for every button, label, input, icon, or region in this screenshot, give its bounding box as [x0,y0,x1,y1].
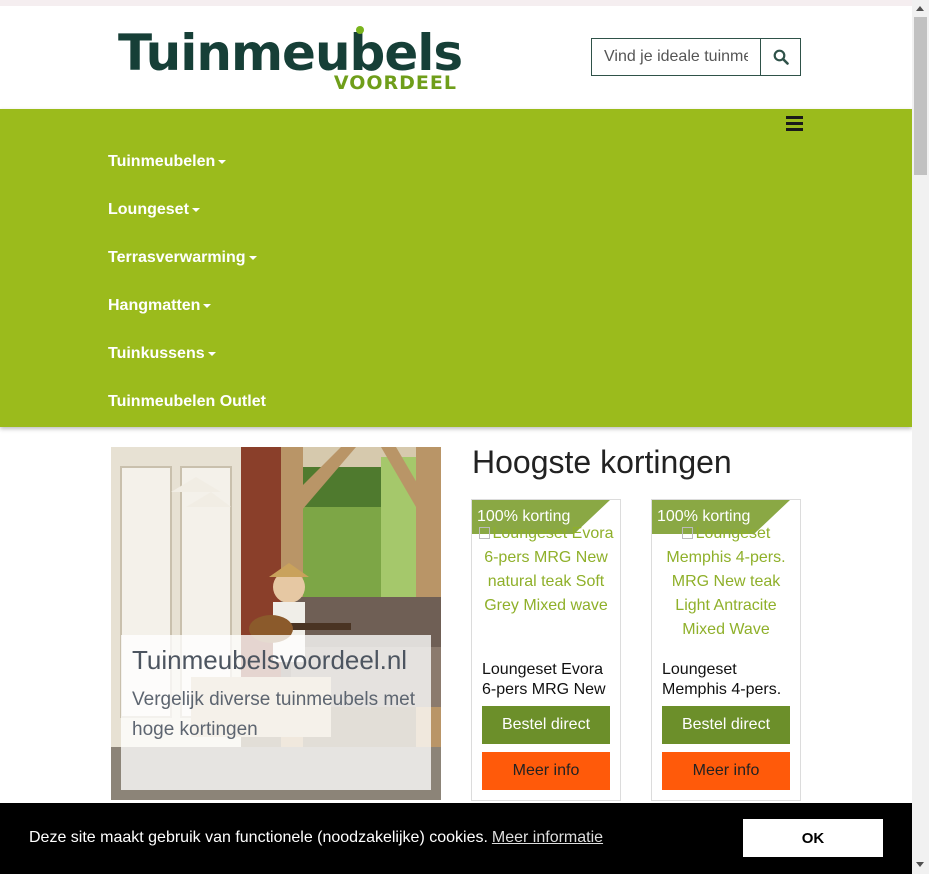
more-info-button[interactable]: Meer info [662,752,790,790]
hero-banner[interactable]: Tuinmeubelsvoordeel.nl Vergelijk diverse… [111,447,441,800]
product-card: 100% korting Loungeset Evora 6-pers MRG … [471,499,621,801]
nav-item-tuinmeubelen[interactable]: Tuinmeubelen [108,151,227,173]
scroll-down-icon[interactable] [916,862,924,867]
hero-title: Tuinmeubelsvoordeel.nl [132,645,408,675]
nav-item-hangmatten[interactable]: Hangmatten [108,295,212,317]
nav-item-label: Terrasverwarming [108,249,246,266]
top-strip [0,0,912,6]
nav-item-loungeset[interactable]: Loungeset [108,199,200,221]
product-image[interactable]: Loungeset Memphis 4-pers. MRG New teak L… [658,522,794,650]
product-image[interactable]: Loungeset Evora 6-pers MRG New natural t… [478,522,614,650]
main-navigation: Tuinmeubelen Loungeset Terrasverwarming … [0,109,912,427]
logo-subtitle: VOORDEEL [333,72,457,94]
nav-item-label: Hangmatten [108,297,201,314]
nav-item-terrasverwarming[interactable]: Terrasverwarming [108,247,257,269]
page: Tuinmeubels VOORDEEL Tuinmeubelen Lounge… [0,0,912,874]
cookie-text: Deze site maakt gebruik van functionele … [29,829,488,846]
search-form [591,38,801,76]
caret-down-icon [203,304,212,308]
cookie-banner: Deze site maakt gebruik van functionele … [0,803,912,874]
product-name[interactable]: Loungeset Memphis 4-pers. [662,660,792,700]
cookie-more-info-link[interactable]: Meer informatie [492,829,603,846]
product-image-alt: Loungeset Evora 6-pers MRG New natural t… [484,525,614,614]
scrollbar-thumb[interactable] [914,17,927,175]
nav-item-outlet[interactable]: Tuinmeubelen Outlet [108,391,266,413]
product-name[interactable]: Loungeset Evora 6-pers MRG New [482,660,612,700]
vertical-scrollbar[interactable] [912,0,929,874]
broken-image-icon [478,527,490,539]
more-info-button[interactable]: Meer info [482,752,610,790]
nav-item-tuinkussens[interactable]: Tuinkussens [108,343,216,365]
nav-item-label: Tuinmeubelen [108,153,216,170]
broken-image-icon [681,527,693,539]
order-button[interactable]: Bestel direct [662,706,790,744]
nav-item-label: Tuinmeubelen Outlet [108,393,266,410]
site-logo[interactable]: Tuinmeubels VOORDEEL [118,22,463,98]
cookie-ok-button[interactable]: OK [743,819,883,857]
nav-item-label: Tuinkussens [108,345,205,362]
hamburger-icon[interactable] [786,116,803,132]
order-button[interactable]: Bestel direct [482,706,610,744]
scroll-up-icon[interactable] [916,6,924,11]
hero-subtitle: Vergelijk diverse tuinmeubels met hoge k… [132,689,416,740]
search-input[interactable] [592,39,760,75]
caret-down-icon [207,352,216,356]
product-image-alt: Loungeset Memphis 4-pers. MRG New teak L… [666,525,786,638]
caret-down-icon [248,256,257,260]
product-card: 100% korting Loungeset Memphis 4-pers. M… [651,499,801,801]
offers-heading: Hoogste kortingen [472,444,732,480]
search-button[interactable] [760,39,800,75]
hero-caption: Tuinmeubelsvoordeel.nl Vergelijk diverse… [121,635,431,790]
logo-dot [356,26,364,34]
search-icon [773,49,789,65]
caret-down-icon [218,160,227,164]
cookie-message: Deze site maakt gebruik van functionele … [29,829,603,847]
nav-item-label: Loungeset [108,201,189,218]
caret-down-icon [191,208,200,212]
